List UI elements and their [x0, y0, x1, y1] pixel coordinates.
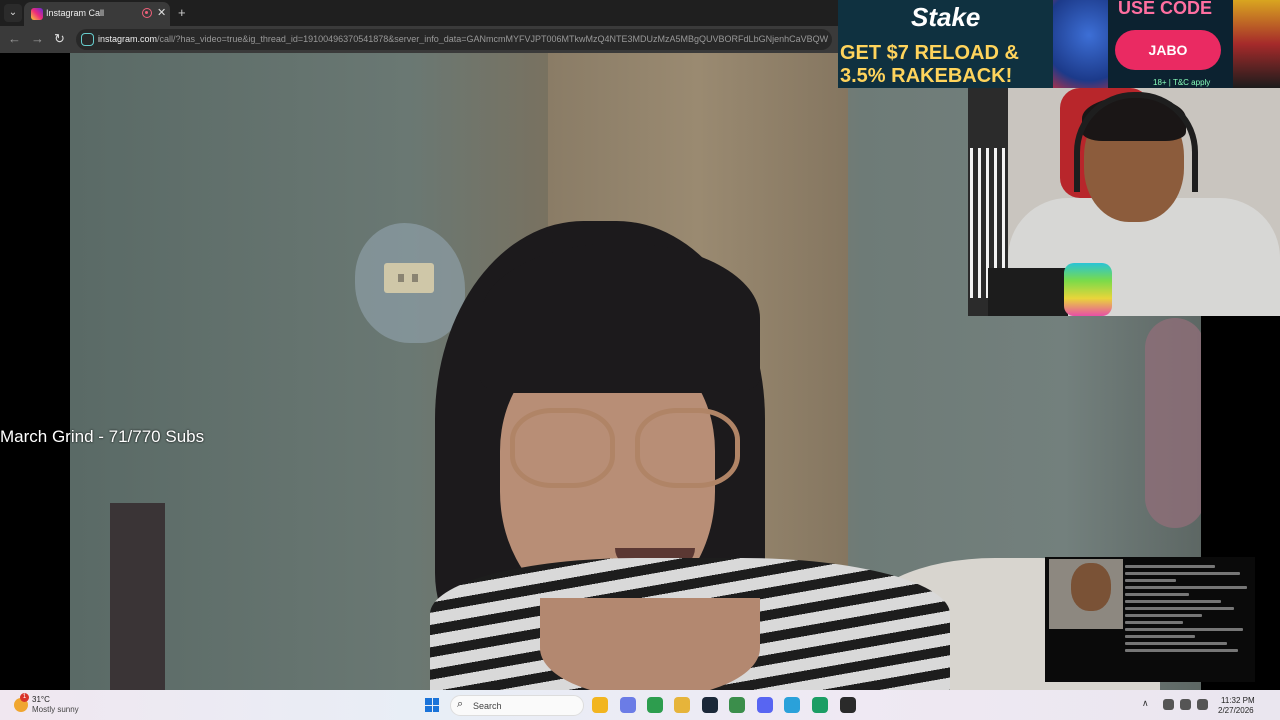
chat-line — [1125, 607, 1234, 610]
weather-badge: 1 — [20, 693, 29, 702]
tab-close-icon[interactable]: ✕ — [157, 6, 166, 19]
search-icon: ⌕ — [457, 698, 464, 710]
weather-desc: Mostly sunny — [32, 705, 79, 714]
preview-chat — [1125, 561, 1253, 679]
file-explorer-icon[interactable] — [592, 697, 608, 713]
clock-date[interactable]: 2/27/2026 — [1218, 706, 1254, 715]
instagram-icon — [31, 8, 43, 20]
stream-preview — [1045, 557, 1255, 682]
stake-logo: Stake — [911, 2, 981, 32]
chat-line — [1125, 642, 1228, 645]
url-domain: instagram.com — [98, 34, 158, 44]
person-bangs — [480, 243, 760, 393]
sponsor-banner: Stake GET $7 RELOAD & 3.5% RAKEBACK! USE… — [838, 0, 1280, 88]
glasses-lens-left — [510, 408, 615, 488]
copilot-icon[interactable] — [620, 697, 636, 713]
weather-temp: 31°C — [32, 695, 50, 704]
streamer-webcam — [968, 88, 1280, 316]
tab-instagram-call[interactable]: Instagram Call ✕ — [24, 2, 170, 26]
chat-line — [1125, 614, 1202, 617]
chrome-alt-icon[interactable] — [729, 697, 745, 713]
ad-decoration — [1233, 0, 1280, 88]
preview-streamer-head — [1071, 563, 1111, 611]
new-tab-button[interactable]: + — [178, 5, 186, 20]
url-path: /call/?has_video=true&ig_thread_id=19100… — [157, 34, 828, 44]
microphone-icon[interactable] — [1163, 699, 1174, 710]
url-text[interactable]: instagram.com/call/?has_video=true&ig_th… — [98, 34, 828, 44]
clock-time[interactable]: 11:32 PM — [1221, 696, 1255, 705]
start-icon[interactable] — [425, 698, 439, 712]
tray-chevron-icon[interactable]: ∧ — [1142, 698, 1149, 709]
search-label: Search — [473, 701, 502, 711]
person-neck — [540, 598, 760, 690]
chat-line — [1125, 579, 1177, 582]
stream-goal-text: March Grind - 71/770 Subs — [0, 427, 205, 446]
chat-line — [1125, 621, 1183, 624]
rgb-speaker — [1064, 263, 1112, 316]
ad-code-label: USE CODE — [1118, 0, 1213, 18]
browser-tabbar: ⌄ Instagram Call ✕ + — [0, 0, 838, 26]
reload-icon[interactable]: ↻ — [54, 31, 65, 47]
address-bar[interactable]: instagram.com/call/?has_video=true&ig_th… — [76, 29, 832, 50]
wall-switch — [384, 263, 434, 293]
sponsor-banner-right: USE CODE JABO 18+ | T&C apply — [1108, 0, 1280, 88]
chat-line — [1125, 628, 1243, 631]
chat-line — [1125, 635, 1196, 638]
sponsor-banner-left: Stake GET $7 RELOAD & 3.5% RAKEBACK! — [838, 0, 1053, 88]
preview-webcam — [1049, 559, 1123, 629]
tab-search-icon[interactable]: ⌄ — [4, 4, 22, 22]
site-info-icon[interactable] — [81, 33, 94, 46]
telegram-icon[interactable] — [784, 697, 800, 713]
chat-line — [1125, 565, 1215, 568]
person-glasses — [510, 408, 750, 488]
ad-headline: GET $7 RELOAD & 3.5% RAKEBACK! — [840, 42, 1019, 87]
chat-line — [1125, 572, 1241, 575]
chat-line — [1125, 586, 1247, 589]
steam-icon[interactable] — [702, 697, 718, 713]
webcam-chair-arm — [988, 268, 1068, 316]
chat-line — [1125, 600, 1221, 603]
back-icon[interactable]: ← — [8, 31, 21, 46]
wifi-icon[interactable] — [1180, 699, 1191, 710]
browser-toolbar: ← → ↻ instagram.com/call/?has_video=true… — [0, 26, 838, 53]
discord-icon[interactable] — [757, 697, 773, 713]
taskbar: 1 31°C Mostly sunny ⌕ Search ∧ 11:32 PM … — [0, 690, 1280, 720]
background-furniture — [110, 503, 165, 690]
chat-line — [1125, 649, 1238, 652]
forward-icon[interactable]: → — [31, 31, 44, 46]
media-app-icon[interactable] — [840, 697, 856, 713]
background-object — [1145, 318, 1201, 528]
chrome-profile-icon[interactable] — [674, 697, 690, 713]
ad-terms: 18+ | T&C apply — [1153, 78, 1211, 87]
chrome-icon[interactable] — [647, 697, 663, 713]
tab-title: Instagram Call — [46, 8, 105, 18]
volume-icon[interactable] — [1197, 699, 1208, 710]
obs-app-icon[interactable] — [812, 697, 828, 713]
recording-icon — [142, 8, 152, 18]
glasses-lens-right — [635, 408, 740, 488]
taskbar-search[interactable]: ⌕ Search — [450, 695, 584, 716]
chat-line — [1125, 593, 1189, 596]
screen: ⌄ Instagram Call ✕ + ← → ↻ instagram.com… — [0, 0, 1280, 720]
promo-code-badge: JABO — [1115, 30, 1221, 70]
